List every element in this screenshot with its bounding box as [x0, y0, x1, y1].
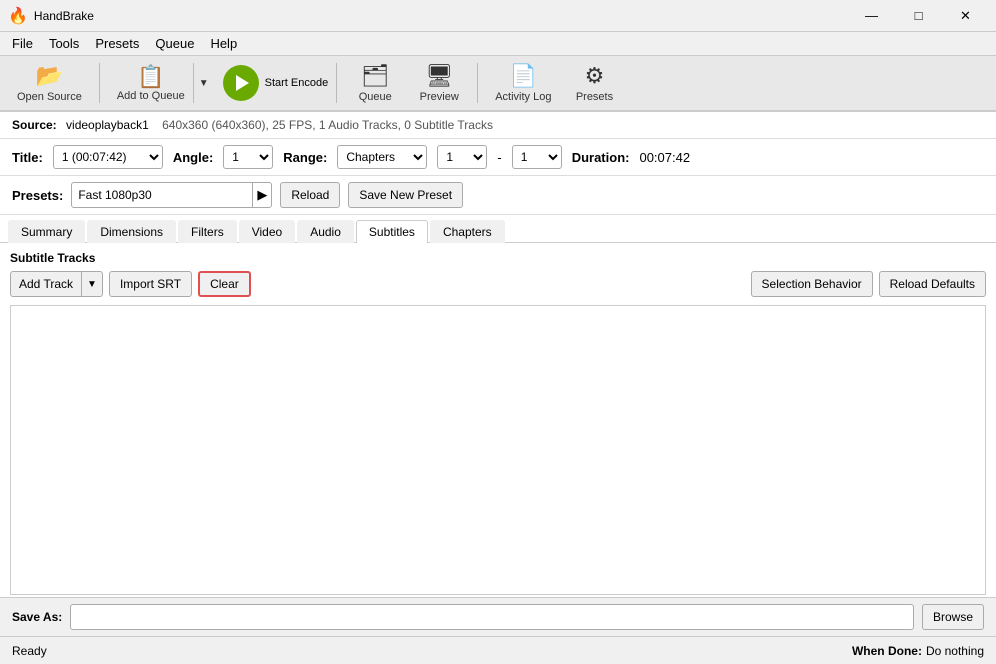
- tab-dimensions[interactable]: Dimensions: [87, 220, 176, 243]
- statusbar-right: When Done: Do nothing: [852, 644, 984, 658]
- titlebar-controls: — □ ✕: [849, 2, 988, 30]
- toolbar-sep-1: [99, 63, 100, 103]
- add-track-button[interactable]: Add Track ▼: [10, 271, 103, 297]
- angle-select[interactable]: 1: [223, 145, 273, 169]
- start-encode-button[interactable]: [223, 65, 259, 101]
- open-source-label: Open Source: [17, 91, 82, 103]
- toolbar-sep-3: [477, 63, 478, 103]
- tab-video[interactable]: Video: [239, 220, 295, 243]
- source-label: Source:: [12, 118, 57, 132]
- subtitle-toolbar-right: Selection Behavior Reload Defaults: [751, 271, 986, 297]
- open-source-button[interactable]: 📂 Open Source: [8, 58, 91, 108]
- presets-row-label: Presets:: [12, 188, 63, 203]
- range-label: Range:: [283, 150, 327, 165]
- clear-button[interactable]: Clear: [198, 271, 251, 297]
- subtitle-panel-title: Subtitle Tracks: [10, 251, 986, 265]
- presets-input-wrap: ▶: [71, 182, 272, 208]
- app-title: HandBrake: [34, 9, 94, 23]
- presets-dropdown-icon[interactable]: ▶: [252, 183, 271, 207]
- preview-label: Preview: [420, 91, 459, 103]
- import-srt-button[interactable]: Import SRT: [109, 271, 192, 297]
- menu-help[interactable]: Help: [202, 34, 245, 53]
- presets-input[interactable]: [72, 183, 252, 207]
- selection-behavior-button[interactable]: Selection Behavior: [751, 271, 873, 297]
- title-select[interactable]: 1 (00:07:42): [53, 145, 163, 169]
- tab-subtitles[interactable]: Subtitles: [356, 220, 428, 243]
- statusbar: Ready When Done: Do nothing: [0, 636, 996, 664]
- source-info: 640x360 (640x360), 25 FPS, 1 Audio Track…: [162, 118, 493, 132]
- when-done-value: Do nothing: [926, 644, 984, 658]
- duration-value: 00:07:42: [639, 150, 690, 165]
- tab-audio[interactable]: Audio: [297, 220, 354, 243]
- when-done-label: When Done:: [852, 644, 922, 658]
- subtitle-toolbar-left: Add Track ▼ Import SRT Clear: [10, 271, 251, 297]
- activity-log-icon: 📄: [510, 63, 537, 89]
- menu-queue[interactable]: Queue: [147, 34, 202, 53]
- presets-icon: ⚙: [585, 63, 605, 89]
- presets-row: Presets: ▶ Reload Save New Preset: [0, 176, 996, 215]
- content-area: Subtitle Tracks Add Track ▼ Import SRT C…: [0, 243, 996, 611]
- presets-label: Presets: [576, 91, 613, 103]
- activity-log-label: Activity Log: [495, 91, 551, 103]
- queue-button[interactable]: 🗂 Queue: [345, 58, 405, 108]
- add-to-queue-icon: 📋: [137, 64, 164, 90]
- titlebar-left: 🔥 HandBrake: [8, 6, 94, 26]
- menubar: File Tools Presets Queue Help: [0, 32, 996, 56]
- queue-icon: 🗂: [361, 63, 389, 89]
- open-source-icon: 📂: [36, 63, 63, 89]
- minimize-button[interactable]: —: [849, 2, 894, 30]
- add-track-label[interactable]: Add Track: [11, 272, 82, 296]
- maximize-button[interactable]: □: [896, 2, 941, 30]
- main-window: 🔥 HandBrake — □ ✕ File Tools Presets Que…: [0, 0, 996, 664]
- status-text: Ready: [12, 644, 47, 658]
- range-from-select[interactable]: 1: [437, 145, 487, 169]
- source-filename: videoplayback1: [66, 118, 149, 132]
- save-as-label: Save As:: [12, 610, 62, 624]
- add-to-queue-button[interactable]: 📋 Add to Queue ▼: [108, 58, 215, 108]
- angle-label: Angle:: [173, 150, 213, 165]
- activity-log-button[interactable]: 📄 Activity Log: [486, 58, 560, 108]
- save-new-preset-button[interactable]: Save New Preset: [348, 182, 463, 208]
- browse-button[interactable]: Browse: [922, 604, 984, 630]
- presets-button[interactable]: ⚙ Presets: [564, 58, 624, 108]
- range-type-select[interactable]: Chapters: [337, 145, 427, 169]
- add-track-dropdown-icon[interactable]: ▼: [82, 272, 102, 296]
- save-as-input[interactable]: [70, 604, 914, 630]
- tab-chapters[interactable]: Chapters: [430, 220, 505, 243]
- reload-button[interactable]: Reload: [280, 182, 340, 208]
- save-as-bar: Save As: Browse: [0, 597, 996, 636]
- app-icon: 🔥: [8, 6, 28, 26]
- add-to-queue-label: Add to Queue: [117, 90, 185, 102]
- reload-defaults-button[interactable]: Reload Defaults: [879, 271, 986, 297]
- add-to-queue-dropdown-icon[interactable]: ▼: [193, 63, 214, 103]
- close-button[interactable]: ✕: [943, 2, 988, 30]
- subtitle-toolbar: Add Track ▼ Import SRT Clear Selection B…: [10, 271, 986, 297]
- preview-button[interactable]: 🖥 Preview: [409, 58, 469, 108]
- start-encode-label: Start Encode: [265, 77, 329, 89]
- subtitle-grid: [10, 305, 986, 595]
- tab-filters[interactable]: Filters: [178, 220, 237, 243]
- title-row: Title: 1 (00:07:42) Angle: 1 Range: Chap…: [0, 139, 996, 176]
- play-icon: [236, 75, 249, 91]
- tab-summary[interactable]: Summary: [8, 220, 85, 243]
- preview-icon: 🖥: [425, 63, 453, 89]
- tabs-bar: Summary Dimensions Filters Video Audio S…: [0, 215, 996, 243]
- toolbar: 📂 Open Source 📋 Add to Queue ▼ Start Enc…: [0, 56, 996, 112]
- subtitle-panel: Subtitle Tracks Add Track ▼ Import SRT C…: [0, 243, 996, 611]
- range-dash: -: [497, 150, 501, 165]
- toolbar-sep-2: [336, 63, 337, 103]
- queue-label: Queue: [359, 91, 392, 103]
- duration-label: Duration:: [572, 150, 630, 165]
- menu-file[interactable]: File: [4, 34, 41, 53]
- menu-tools[interactable]: Tools: [41, 34, 87, 53]
- title-label: Title:: [12, 150, 43, 165]
- menu-presets[interactable]: Presets: [87, 34, 147, 53]
- titlebar: 🔥 HandBrake — □ ✕: [0, 0, 996, 32]
- source-bar: Source: videoplayback1 640x360 (640x360)…: [0, 112, 996, 139]
- range-to-select[interactable]: 1: [512, 145, 562, 169]
